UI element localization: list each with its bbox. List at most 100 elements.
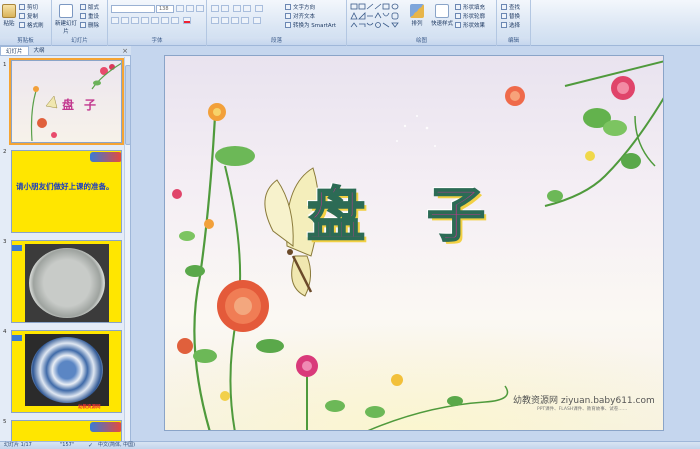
format-painter-button[interactable]: 格式刷 xyxy=(19,21,44,29)
watermark-subtext: PPT课件、FLASH课件、教育故事、试卷…… xyxy=(537,407,628,412)
decrease-indent-icon[interactable] xyxy=(233,5,241,12)
quick-styles-button[interactable]: 快速样式 xyxy=(429,4,455,27)
shrink-font-icon[interactable] xyxy=(186,5,194,12)
group-label: 幻灯片 xyxy=(52,37,107,45)
quick-styles-icon xyxy=(435,4,449,18)
slide-thumbnail-3[interactable] xyxy=(11,240,122,323)
arrange-button[interactable]: 排列 xyxy=(409,4,425,27)
arrange-icon xyxy=(410,4,424,18)
shape-effects-button[interactable]: 形状效果 xyxy=(455,21,485,29)
case-icon[interactable] xyxy=(171,17,179,24)
panel-scrollbar[interactable] xyxy=(124,57,131,441)
paint-bucket-icon xyxy=(455,4,461,10)
justify-icon[interactable] xyxy=(241,17,249,24)
reset-button[interactable]: 重设 xyxy=(80,12,99,20)
group-label: 字体 xyxy=(108,37,206,45)
align-right-icon[interactable] xyxy=(231,17,239,24)
cut-button[interactable]: 剪切 xyxy=(19,3,38,11)
line-spacing-icon[interactable] xyxy=(255,5,263,12)
slide-thumbnail-1[interactable]: 盘 子 xyxy=(9,58,124,145)
tab-slides[interactable]: 幻灯片 xyxy=(0,46,29,55)
grow-font-icon[interactable] xyxy=(176,5,184,12)
smartart-icon xyxy=(285,22,291,28)
panel-tabs: 幻灯片 大纲 × xyxy=(0,46,131,56)
find-button[interactable]: 查找 xyxy=(501,3,520,11)
thumb-flowers-image: 盘 子 xyxy=(30,62,121,142)
smartart-button[interactable]: 转换为 SmartArt xyxy=(285,21,336,29)
tab-outline[interactable]: 大纲 xyxy=(29,46,50,55)
columns-icon[interactable] xyxy=(253,17,261,24)
brush-icon xyxy=(19,22,25,28)
new-slide-icon xyxy=(59,4,73,18)
delete-icon xyxy=(80,22,86,28)
shape-outline-button[interactable]: 形状轮廓 xyxy=(455,12,485,20)
paragraph-group: 文字方向 对齐文本 转换为 SmartArt 段落 xyxy=(207,0,347,46)
font-name-combo[interactable] xyxy=(111,5,155,13)
drawing-group: 排列 快速样式 形状填充 形状轮廓 形状效果 绘图 xyxy=(347,0,497,46)
group-label: 绘图 xyxy=(347,37,496,45)
select-button[interactable]: 选择 xyxy=(501,21,520,29)
language-indicator[interactable]: 中文(简体, 中国) xyxy=(98,442,135,449)
paste-icon xyxy=(2,4,16,18)
editing-group: 查找 替换 选择 编辑 xyxy=(497,0,531,46)
clear-format-icon[interactable] xyxy=(196,5,204,12)
slide-number: 2 xyxy=(3,149,7,155)
slide-editor: 盘子 幼教资源网 ziyuan.baby611.com PPT课件、FLASH课… xyxy=(131,46,700,441)
svg-text:盘: 盘 xyxy=(62,97,74,112)
bold-icon[interactable] xyxy=(111,17,119,24)
slide-thumbnail-2[interactable]: 请小朋友们做好上课的准备。 xyxy=(11,150,122,233)
align-text-button[interactable]: 对齐文本 xyxy=(285,12,315,20)
theme-name: "157" xyxy=(60,442,75,448)
watermark-text: 幼教资源网 ziyuan.baby611.com xyxy=(513,396,655,406)
new-slide-button[interactable]: 新建幻灯片 xyxy=(55,4,77,35)
slide-canvas[interactable]: 盘子 幼教资源网 ziyuan.baby611.com PPT课件、FLASH课… xyxy=(164,55,664,431)
replace-icon xyxy=(501,13,507,19)
layout-button[interactable]: 版式 xyxy=(80,3,99,11)
binoculars-icon xyxy=(501,4,507,10)
reset-icon xyxy=(80,13,86,19)
slide-thumbnail-4[interactable]: 幼教资源网 xyxy=(11,330,122,413)
slide-thumbnail-5[interactable] xyxy=(11,420,122,441)
slides-group: 新建幻灯片 版式 重设 删除 幻灯片 xyxy=(52,0,108,46)
align-left-icon[interactable] xyxy=(211,17,219,24)
replace-button[interactable]: 替换 xyxy=(501,12,520,20)
shadow-icon[interactable] xyxy=(151,17,159,24)
plate-image xyxy=(29,248,105,318)
close-icon[interactable]: × xyxy=(122,47,128,55)
shapes-gallery-icon[interactable] xyxy=(350,3,404,31)
layout-icon xyxy=(80,4,86,10)
copy-icon xyxy=(19,13,25,19)
spellcheck-icon[interactable]: ✓ xyxy=(88,442,93,449)
font-size-combo[interactable]: 138 xyxy=(156,5,174,13)
numbering-icon[interactable] xyxy=(221,5,229,12)
group-label: 编辑 xyxy=(497,37,530,45)
spacing-icon[interactable] xyxy=(161,17,169,24)
thumb-tag xyxy=(12,245,22,251)
shape-fill-button[interactable]: 形状填充 xyxy=(455,3,485,11)
increase-indent-icon[interactable] xyxy=(243,5,251,12)
cut-icon xyxy=(19,4,25,10)
svg-text:子: 子 xyxy=(84,98,96,112)
thumb-logo-text: 幼教资源网 xyxy=(78,405,101,410)
paste-button[interactable]: 粘贴 xyxy=(2,4,16,27)
copy-button[interactable]: 复制 xyxy=(19,12,38,20)
thumb-text: 请小朋友们做好上课的准备。 xyxy=(16,182,114,191)
status-bar: 幻灯片 1/17 "157" ✓ 中文(简体, 中国) xyxy=(0,441,700,449)
slide-number: 4 xyxy=(3,329,7,335)
italic-icon[interactable] xyxy=(121,17,129,24)
slide-title[interactable]: 盘子 xyxy=(306,168,547,252)
thumb-logo-image xyxy=(90,152,121,162)
group-label: 剪贴板 xyxy=(0,37,51,45)
strikethrough-icon[interactable] xyxy=(141,17,149,24)
slide-counter: 幻灯片 1/17 xyxy=(4,442,32,448)
blue-plate-image xyxy=(31,337,103,403)
delete-button[interactable]: 删除 xyxy=(80,21,99,29)
font-color-icon[interactable] xyxy=(183,17,191,24)
text-direction-button[interactable]: 文字方向 xyxy=(285,3,315,11)
bullets-icon[interactable] xyxy=(211,5,219,12)
underline-icon[interactable] xyxy=(131,17,139,24)
effects-icon xyxy=(455,22,461,28)
align-center-icon[interactable] xyxy=(221,17,229,24)
text-direction-icon xyxy=(285,4,291,10)
cursor-icon xyxy=(501,22,507,28)
